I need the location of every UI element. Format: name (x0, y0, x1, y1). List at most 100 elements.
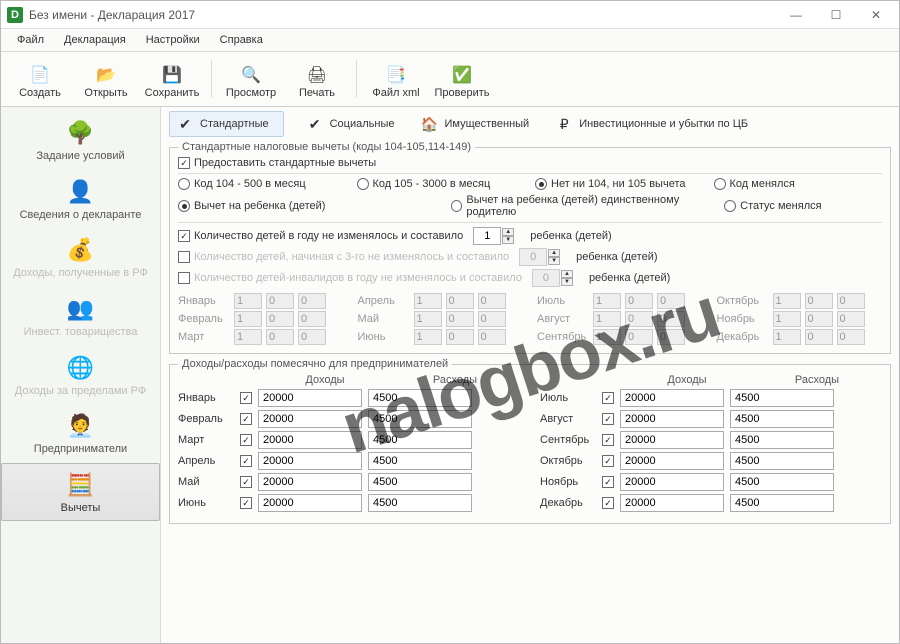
month-val-b[interactable] (805, 311, 833, 327)
close-button[interactable]: ✕ (857, 4, 895, 26)
tab-property[interactable]: 🏠Имущественный (416, 112, 533, 136)
month-val-a[interactable] (234, 311, 262, 327)
maximize-button[interactable]: ☐ (817, 4, 855, 26)
radio-code-changed[interactable]: Код менялся (714, 178, 883, 190)
toolbar-create[interactable]: 📄Создать (7, 56, 73, 102)
checkbox-children-row-2[interactable]: Количество детей-инвалидов в году не изм… (178, 272, 522, 284)
month-val-b[interactable] (266, 311, 294, 327)
month-val-a[interactable] (773, 329, 801, 345)
month-val-c[interactable] (478, 293, 506, 309)
toolbar-save[interactable]: 💾Сохранить (139, 56, 205, 102)
sidebar-item-conditions[interactable]: 🌳Задание условий (1, 111, 160, 170)
month-val-b[interactable] (625, 311, 653, 327)
ie-month-checkbox[interactable] (602, 497, 614, 509)
menu-declaration[interactable]: Декларация (56, 31, 134, 49)
ie-expense-input[interactable] (368, 410, 472, 428)
month-val-b[interactable] (625, 329, 653, 345)
month-val-c[interactable] (298, 293, 326, 309)
ie-expense-input[interactable] (730, 431, 834, 449)
radio-no-104-105[interactable]: Нет ни 104, ни 105 вычета (535, 178, 704, 190)
toolbar-preview[interactable]: 🔍Просмотр (218, 56, 284, 102)
month-val-a[interactable] (414, 329, 442, 345)
checkbox-children-row-0[interactable]: Количество детей в году не изменялось и … (178, 230, 463, 242)
month-val-c[interactable] (298, 329, 326, 345)
ie-expense-input[interactable] (368, 473, 472, 491)
month-val-c[interactable] (298, 311, 326, 327)
sidebar-item-income-foreign[interactable]: 🌐Доходы за пределами РФ (1, 346, 160, 405)
month-val-c[interactable] (657, 329, 685, 345)
month-val-a[interactable] (234, 293, 262, 309)
menu-settings[interactable]: Настройки (138, 31, 208, 49)
month-val-b[interactable] (625, 293, 653, 309)
ie-expense-input[interactable] (730, 473, 834, 491)
checkbox-provide-standard[interactable]: Предоставить стандартные вычеты (178, 157, 882, 169)
toolbar-print[interactable]: 🖨Печать (284, 56, 350, 102)
menu-help[interactable]: Справка (212, 31, 271, 49)
menu-file[interactable]: Файл (9, 31, 52, 49)
radio-child-deduction[interactable]: Вычет на ребенка (детей) (178, 194, 441, 218)
month-val-c[interactable] (837, 293, 865, 309)
sidebar-item-entrepreneurs[interactable]: 🧑‍💼Предприниматели (1, 404, 160, 463)
ie-expense-input[interactable] (730, 389, 834, 407)
month-val-c[interactable] (837, 311, 865, 327)
ie-income-input[interactable] (258, 410, 362, 428)
ie-expense-input[interactable] (368, 431, 472, 449)
ie-month-checkbox[interactable] (240, 455, 252, 467)
ie-income-input[interactable] (620, 473, 724, 491)
ie-income-input[interactable] (620, 452, 724, 470)
minimize-button[interactable]: — (777, 4, 815, 26)
sidebar-item-invest[interactable]: 👥Инвест. товарищества (1, 287, 160, 346)
tab-social[interactable]: ✔Социальные (302, 112, 399, 136)
ie-month-checkbox[interactable] (602, 392, 614, 404)
ie-expense-input[interactable] (730, 410, 834, 428)
month-val-a[interactable] (234, 329, 262, 345)
sidebar-item-income-rf[interactable]: 💰Доходы, полученные в РФ (1, 228, 160, 287)
ie-month-checkbox[interactable] (240, 413, 252, 425)
ie-month-checkbox[interactable] (602, 455, 614, 467)
ie-income-input[interactable] (620, 389, 724, 407)
ie-expense-input[interactable] (730, 494, 834, 512)
ie-expense-input[interactable] (368, 452, 472, 470)
ie-income-input[interactable] (620, 494, 724, 512)
radio-code-104[interactable]: Код 104 - 500 в месяц (178, 178, 347, 190)
spin-up-icon[interactable]: ▲ (502, 228, 514, 236)
month-val-b[interactable] (805, 329, 833, 345)
month-val-a[interactable] (414, 293, 442, 309)
ie-income-input[interactable] (258, 473, 362, 491)
ie-month-checkbox[interactable] (602, 413, 614, 425)
toolbar-xml[interactable]: 📑Файл xml (363, 56, 429, 102)
tab-standard[interactable]: ✔Стандартные (169, 111, 284, 137)
ie-month-checkbox[interactable] (240, 497, 252, 509)
month-val-c[interactable] (657, 311, 685, 327)
ie-month-checkbox[interactable] (240, 476, 252, 488)
month-val-b[interactable] (266, 329, 294, 345)
radio-status-changed[interactable]: Статус менялся (724, 194, 882, 218)
radio-child-single-parent[interactable]: Вычет на ребенка (детей) единственному р… (451, 194, 714, 218)
ie-income-input[interactable] (258, 431, 362, 449)
ie-expense-input[interactable] (368, 389, 472, 407)
month-val-b[interactable] (446, 293, 474, 309)
radio-code-105[interactable]: Код 105 - 3000 в месяц (357, 178, 526, 190)
month-val-a[interactable] (414, 311, 442, 327)
ie-income-input[interactable] (620, 410, 724, 428)
month-val-a[interactable] (773, 293, 801, 309)
ie-expense-input[interactable] (368, 494, 472, 512)
ie-month-checkbox[interactable] (602, 434, 614, 446)
month-val-a[interactable] (773, 311, 801, 327)
ie-income-input[interactable] (620, 431, 724, 449)
month-val-b[interactable] (446, 311, 474, 327)
month-val-c[interactable] (478, 329, 506, 345)
toolbar-check[interactable]: ✅Проверить (429, 56, 495, 102)
month-val-c[interactable] (478, 311, 506, 327)
sidebar-item-deductions[interactable]: 🧮Вычеты (1, 463, 160, 522)
ie-income-input[interactable] (258, 494, 362, 512)
spin-down-icon[interactable]: ▼ (502, 236, 514, 244)
children-count-0[interactable]: ▲▼ (473, 227, 514, 245)
ie-month-checkbox[interactable] (602, 476, 614, 488)
ie-income-input[interactable] (258, 389, 362, 407)
sidebar-item-declarant[interactable]: 👤Сведения о декларанте (1, 170, 160, 229)
tab-investment[interactable]: ₽Инвестиционные и убытки по ЦБ (551, 112, 752, 136)
month-val-c[interactable] (657, 293, 685, 309)
checkbox-children-row-1[interactable]: Количество детей, начиная с 3-го не изме… (178, 251, 509, 263)
month-val-c[interactable] (837, 329, 865, 345)
